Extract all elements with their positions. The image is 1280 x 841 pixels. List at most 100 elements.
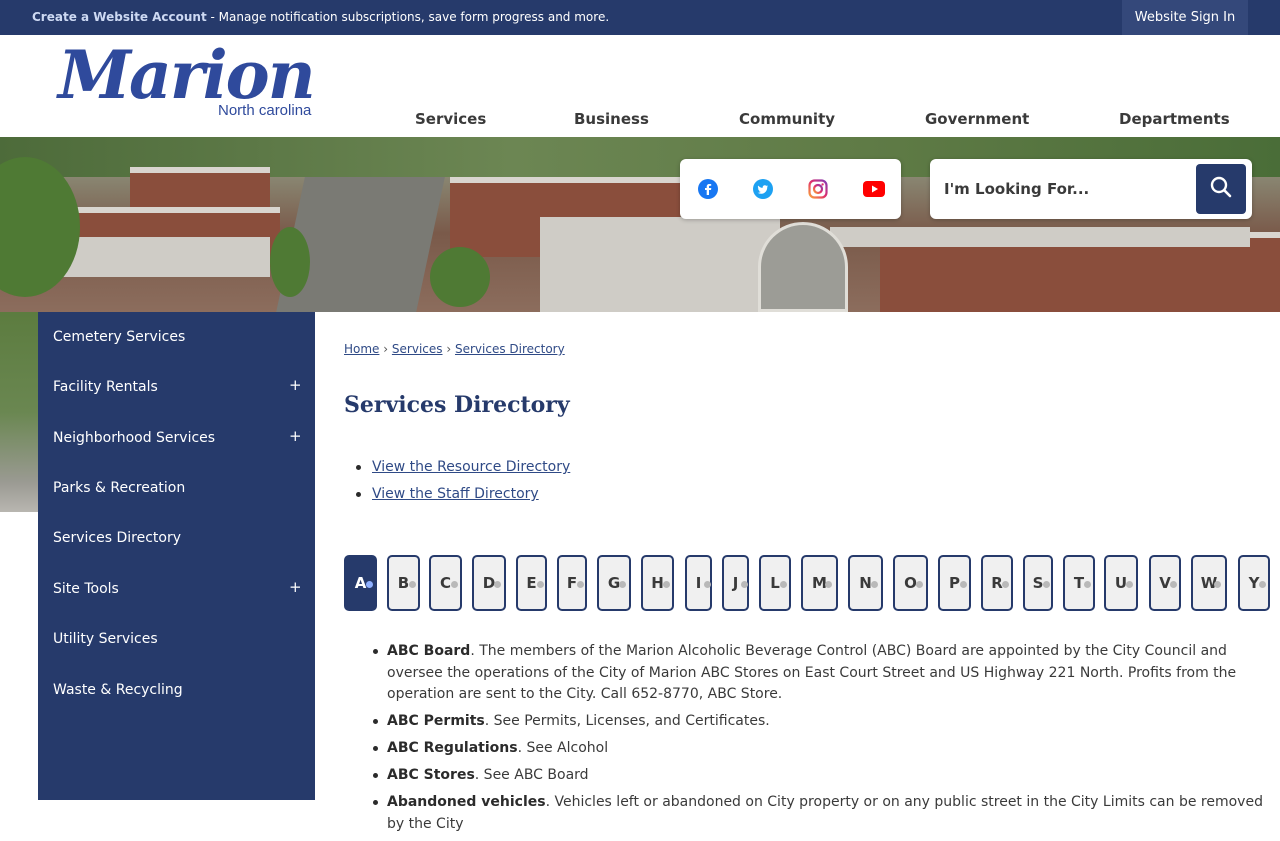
sidebar-item-parks-recreation[interactable]: Parks & Recreation	[38, 463, 315, 513]
twitter-icon[interactable]	[752, 178, 774, 200]
letter-label: E	[526, 574, 537, 592]
sidebar-item-label: Services Directory	[53, 530, 182, 546]
indicator-dot-icon	[1084, 581, 1091, 588]
letter-label: S	[1032, 574, 1044, 592]
letter-v-button[interactable]: V	[1149, 555, 1181, 611]
indicator-dot-icon	[1002, 581, 1009, 588]
sidebar-item-facility-rentals[interactable]: Facility Rentals +	[38, 362, 315, 412]
facebook-icon[interactable]	[697, 178, 719, 200]
indicator-dot-icon	[663, 581, 670, 588]
hero-dome	[758, 222, 848, 312]
sidebar-item-site-tools[interactable]: Site Tools +	[38, 564, 315, 614]
entry-term: Abandoned vehicles	[387, 794, 546, 810]
search-input[interactable]	[944, 169, 1184, 209]
sidebar-item-cemetery-services[interactable]: Cemetery Services	[38, 312, 315, 362]
indicator-dot-icon	[871, 581, 878, 588]
hero-tree	[430, 247, 490, 307]
sidebar-item-utility-services[interactable]: Utility Services	[38, 614, 315, 664]
letter-p-button[interactable]: P	[938, 555, 971, 611]
letter-i-button[interactable]: I	[685, 555, 712, 611]
letter-j-button[interactable]: J	[722, 555, 749, 611]
letter-a-button[interactable]: A	[344, 555, 377, 611]
top-bar: Create a Website Account - Manage notifi…	[0, 0, 1280, 35]
list-item: ABC Regulations. See Alcohol	[373, 738, 1280, 760]
indicator-dot-icon	[619, 581, 626, 588]
sign-in-button[interactable]: Website Sign In	[1122, 0, 1248, 35]
indicator-dot-icon	[916, 581, 923, 588]
youtube-icon[interactable]	[863, 178, 885, 200]
indicator-dot-icon	[1214, 581, 1221, 588]
indicator-dot-icon	[741, 581, 748, 588]
letter-label: L	[770, 574, 780, 592]
expand-plus-icon[interactable]: +	[289, 578, 302, 596]
list-item: View the Resource Directory	[355, 459, 570, 486]
breadcrumb-separator: ›	[383, 342, 389, 356]
resource-directory-link[interactable]: View the Resource Directory	[372, 459, 570, 475]
indicator-dot-icon	[451, 581, 458, 588]
letter-label: T	[1073, 574, 1085, 592]
expand-plus-icon[interactable]: +	[289, 427, 302, 445]
entry-term: ABC Permits	[387, 713, 485, 729]
sidebar-item-neighborhood-services[interactable]: Neighborhood Services +	[38, 413, 315, 463]
letter-b-button[interactable]: B	[387, 555, 420, 611]
entry-description: . See Alcohol	[517, 740, 609, 756]
letter-m-button[interactable]: M	[801, 555, 838, 611]
letter-label: B	[397, 574, 410, 592]
create-account-link[interactable]: Create a Website Account	[32, 10, 207, 24]
breadcrumb-current[interactable]: Services Directory	[455, 342, 565, 356]
breadcrumb-services[interactable]: Services	[392, 342, 443, 356]
instagram-icon[interactable]	[807, 178, 829, 200]
letter-w-button[interactable]: W	[1191, 555, 1227, 611]
letter-f-button[interactable]: F	[557, 555, 587, 611]
nav-government[interactable]: Government	[925, 110, 1029, 128]
letter-label: H	[651, 574, 664, 592]
letter-d-button[interactable]: D	[472, 555, 506, 611]
site-logo[interactable]: Marion North carolina	[56, 36, 326, 136]
indicator-dot-icon	[1259, 581, 1266, 588]
sidebar-photo-edge	[0, 312, 40, 512]
nav-departments[interactable]: Departments	[1119, 110, 1230, 128]
expand-plus-icon[interactable]: +	[289, 376, 302, 394]
hero-building	[130, 167, 270, 207]
indicator-dot-icon	[1170, 581, 1177, 588]
sidebar-item-services-directory[interactable]: Services Directory	[38, 513, 315, 563]
search-button[interactable]	[1196, 164, 1246, 214]
indicator-dot-icon	[494, 581, 501, 588]
hero-roof	[830, 227, 1250, 247]
letter-y-button[interactable]: Y	[1238, 555, 1270, 611]
letter-l-button[interactable]: L	[759, 555, 791, 611]
staff-directory-link[interactable]: View the Staff Directory	[372, 486, 539, 502]
indicator-dot-icon	[825, 581, 832, 588]
letter-u-button[interactable]: U	[1104, 555, 1138, 611]
hero-tree	[270, 227, 310, 297]
entry-term: ABC Board	[387, 643, 471, 659]
sidebar-item-label: Facility Rentals	[53, 379, 158, 395]
sidebar-item-waste-recycling[interactable]: Waste & Recycling	[38, 665, 315, 715]
entry-term: ABC Regulations	[387, 740, 518, 756]
indicator-dot-icon	[366, 581, 373, 588]
letter-t-button[interactable]: T	[1063, 555, 1095, 611]
letter-o-button[interactable]: O	[893, 555, 928, 611]
letter-label: Y	[1248, 574, 1260, 592]
entry-description: . The members of the Marion Alcoholic Be…	[387, 643, 1237, 702]
letter-s-button[interactable]: S	[1023, 555, 1053, 611]
letter-n-button[interactable]: N	[848, 555, 883, 611]
hero-roof	[540, 217, 780, 312]
logo-subtitle: North carolina	[218, 102, 312, 119]
sidebar-item-label: Neighborhood Services	[53, 430, 216, 446]
nav-business[interactable]: Business	[574, 110, 649, 128]
search-icon	[1209, 175, 1233, 203]
nav-community[interactable]: Community	[739, 110, 835, 128]
letter-label: C	[439, 574, 451, 592]
letter-h-button[interactable]: H	[641, 555, 674, 611]
account-message-text: - Manage notification subscriptions, sav…	[206, 10, 610, 24]
breadcrumb: Home › Services › Services Directory	[344, 342, 565, 356]
letter-c-button[interactable]: C	[429, 555, 462, 611]
letter-r-button[interactable]: R	[981, 555, 1013, 611]
letter-g-button[interactable]: G	[597, 555, 631, 611]
directory-links: View the Resource Directory View the Sta…	[355, 459, 570, 513]
nav-services[interactable]: Services	[415, 110, 486, 128]
indicator-dot-icon	[577, 581, 584, 588]
letter-e-button[interactable]: E	[516, 555, 547, 611]
breadcrumb-home[interactable]: Home	[344, 342, 379, 356]
